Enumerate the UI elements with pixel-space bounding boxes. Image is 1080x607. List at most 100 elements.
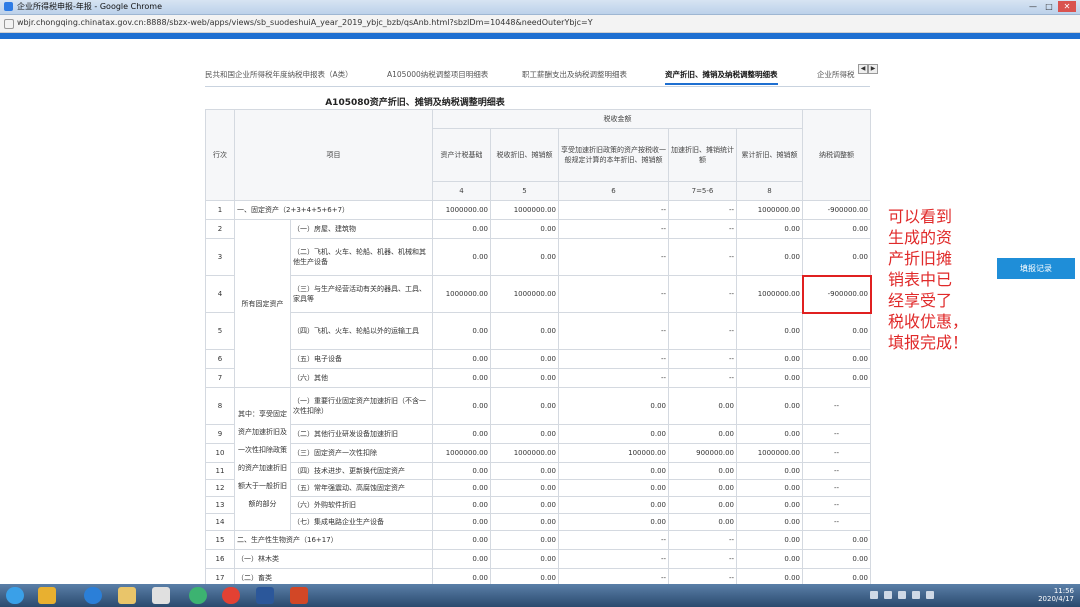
adjust-cell[interactable]: 0.00 [802, 349, 871, 369]
amount-cell[interactable]: 0.00 [490, 238, 559, 276]
amount-cell[interactable]: 1000000.00 [736, 443, 803, 463]
amount-cell[interactable]: 0.00 [432, 549, 491, 569]
amount-cell[interactable]: 0.00 [736, 479, 803, 497]
amount-cell[interactable]: -- [558, 368, 669, 388]
url-text[interactable]: wbjr.chongqing.chinatax.gov.cn:8888/sbzx… [17, 18, 593, 27]
amount-cell[interactable]: 0.00 [736, 312, 803, 350]
ie-icon[interactable] [84, 587, 102, 604]
folder-icon[interactable] [118, 587, 136, 604]
amount-cell[interactable]: 0.00 [490, 496, 559, 514]
clock[interactable]: 11:56 2020/4/17 [1038, 587, 1074, 603]
adjust-cell[interactable]: -- [802, 387, 871, 425]
adjust-cell[interactable]: -- [802, 479, 871, 497]
amount-cell[interactable]: 0.00 [558, 513, 669, 531]
word-icon[interactable] [256, 587, 274, 604]
filing-record-button[interactable]: 填报记录 [997, 258, 1075, 279]
amount-cell[interactable]: -- [668, 219, 737, 239]
tab-a105000[interactable]: A105000纳税调整项目明细表 [387, 69, 488, 80]
amount-cell[interactable]: 0.00 [432, 368, 491, 388]
amount-cell[interactable]: 1000000.00 [736, 200, 803, 220]
amount-cell[interactable]: -- [668, 549, 737, 569]
amount-cell[interactable]: 0.00 [432, 424, 491, 444]
app-icon[interactable] [38, 587, 56, 604]
tray-icon[interactable] [912, 591, 920, 599]
amount-cell[interactable]: 0.00 [736, 219, 803, 239]
adjust-cell[interactable]: -- [802, 462, 871, 480]
amount-cell[interactable]: 0.00 [736, 238, 803, 276]
page-info-icon[interactable] [4, 19, 14, 29]
amount-cell[interactable]: 0.00 [432, 462, 491, 480]
amount-cell[interactable]: 0.00 [432, 530, 491, 550]
adjust-cell[interactable]: 0.00 [802, 312, 871, 350]
app-icon[interactable] [189, 587, 207, 604]
amount-cell[interactable]: 0.00 [558, 496, 669, 514]
adjust-cell[interactable]: 0.00 [802, 238, 871, 276]
amount-cell[interactable]: -- [558, 312, 669, 350]
amount-cell[interactable]: 0.00 [736, 387, 803, 425]
amount-cell[interactable]: 0.00 [736, 368, 803, 388]
adjust-cell[interactable]: 0.00 [802, 549, 871, 569]
tab-more[interactable]: 企业所得税 [817, 69, 855, 80]
amount-cell[interactable]: 0.00 [668, 479, 737, 497]
amount-cell[interactable]: 1000000.00 [490, 275, 559, 313]
amount-cell[interactable]: 0.00 [490, 549, 559, 569]
amount-cell[interactable]: 0.00 [490, 479, 559, 497]
amount-cell[interactable]: -- [668, 312, 737, 350]
amount-cell[interactable]: 0.00 [736, 530, 803, 550]
amount-cell[interactable]: 0.00 [432, 349, 491, 369]
chrome-icon[interactable] [222, 587, 240, 604]
amount-cell[interactable]: -- [668, 349, 737, 369]
tab-next-icon[interactable]: ▶ [868, 64, 878, 74]
address-bar[interactable]: wbjr.chongqing.chinatax.gov.cn:8888/sbzx… [0, 15, 1080, 33]
amount-cell[interactable]: 1000000.00 [490, 200, 559, 220]
tray-icon[interactable] [870, 591, 878, 599]
start-icon[interactable] [6, 587, 24, 604]
amount-cell[interactable]: 0.00 [432, 312, 491, 350]
tray-icon[interactable] [884, 591, 892, 599]
amount-cell[interactable]: 0.00 [668, 462, 737, 480]
adjust-cell[interactable]: 0.00 [802, 530, 871, 550]
amount-cell[interactable]: -- [668, 275, 737, 313]
amount-cell[interactable]: 0.00 [432, 387, 491, 425]
adjust-cell[interactable]: -- [802, 513, 871, 531]
amount-cell[interactable]: 0.00 [490, 513, 559, 531]
adjust-cell[interactable]: 0.00 [802, 219, 871, 239]
amount-cell[interactable]: 0.00 [432, 479, 491, 497]
volume-icon[interactable] [926, 591, 934, 599]
amount-cell[interactable]: 0.00 [490, 219, 559, 239]
amount-cell[interactable]: 0.00 [668, 387, 737, 425]
tab-salary[interactable]: 职工薪酬支出及纳税调整明细表 [522, 69, 627, 80]
powerpoint-icon[interactable] [290, 587, 308, 604]
amount-cell[interactable]: -- [558, 238, 669, 276]
amount-cell[interactable]: -- [668, 238, 737, 276]
amount-cell[interactable]: 0.00 [558, 462, 669, 480]
amount-cell[interactable]: 0.00 [668, 496, 737, 514]
amount-cell[interactable]: 0.00 [432, 496, 491, 514]
amount-cell[interactable]: 900000.00 [668, 443, 737, 463]
highlighted-adjust-cell[interactable]: -900000.00 [801, 274, 872, 314]
amount-cell[interactable]: 0.00 [490, 349, 559, 369]
amount-cell[interactable]: -- [558, 530, 669, 550]
tab-depreciation[interactable]: 资产折旧、摊销及纳税调整明细表 [665, 69, 778, 85]
amount-cell[interactable]: 1000000.00 [432, 443, 491, 463]
amount-cell[interactable]: 0.00 [490, 387, 559, 425]
amount-cell[interactable]: 1000000.00 [490, 443, 559, 463]
amount-cell[interactable]: 0.00 [490, 368, 559, 388]
amount-cell[interactable]: -- [668, 368, 737, 388]
amount-cell[interactable]: 0.00 [736, 549, 803, 569]
amount-cell[interactable]: -- [558, 349, 669, 369]
amount-cell[interactable]: 0.00 [558, 479, 669, 497]
amount-cell[interactable]: 0.00 [490, 424, 559, 444]
amount-cell[interactable]: 1000000.00 [432, 275, 491, 313]
amount-cell[interactable]: 0.00 [432, 513, 491, 531]
minimize-button[interactable]: — [1026, 1, 1040, 12]
amount-cell[interactable]: 0.00 [736, 424, 803, 444]
amount-cell[interactable]: 0.00 [432, 219, 491, 239]
amount-cell[interactable]: 100000.00 [558, 443, 669, 463]
amount-cell[interactable]: -- [558, 200, 669, 220]
amount-cell[interactable]: 1000000.00 [736, 275, 803, 313]
adjust-cell[interactable]: -- [802, 496, 871, 514]
close-button[interactable]: ✕ [1058, 1, 1076, 12]
adjust-cell[interactable]: -- [802, 424, 871, 444]
amount-cell[interactable]: 0.00 [490, 312, 559, 350]
